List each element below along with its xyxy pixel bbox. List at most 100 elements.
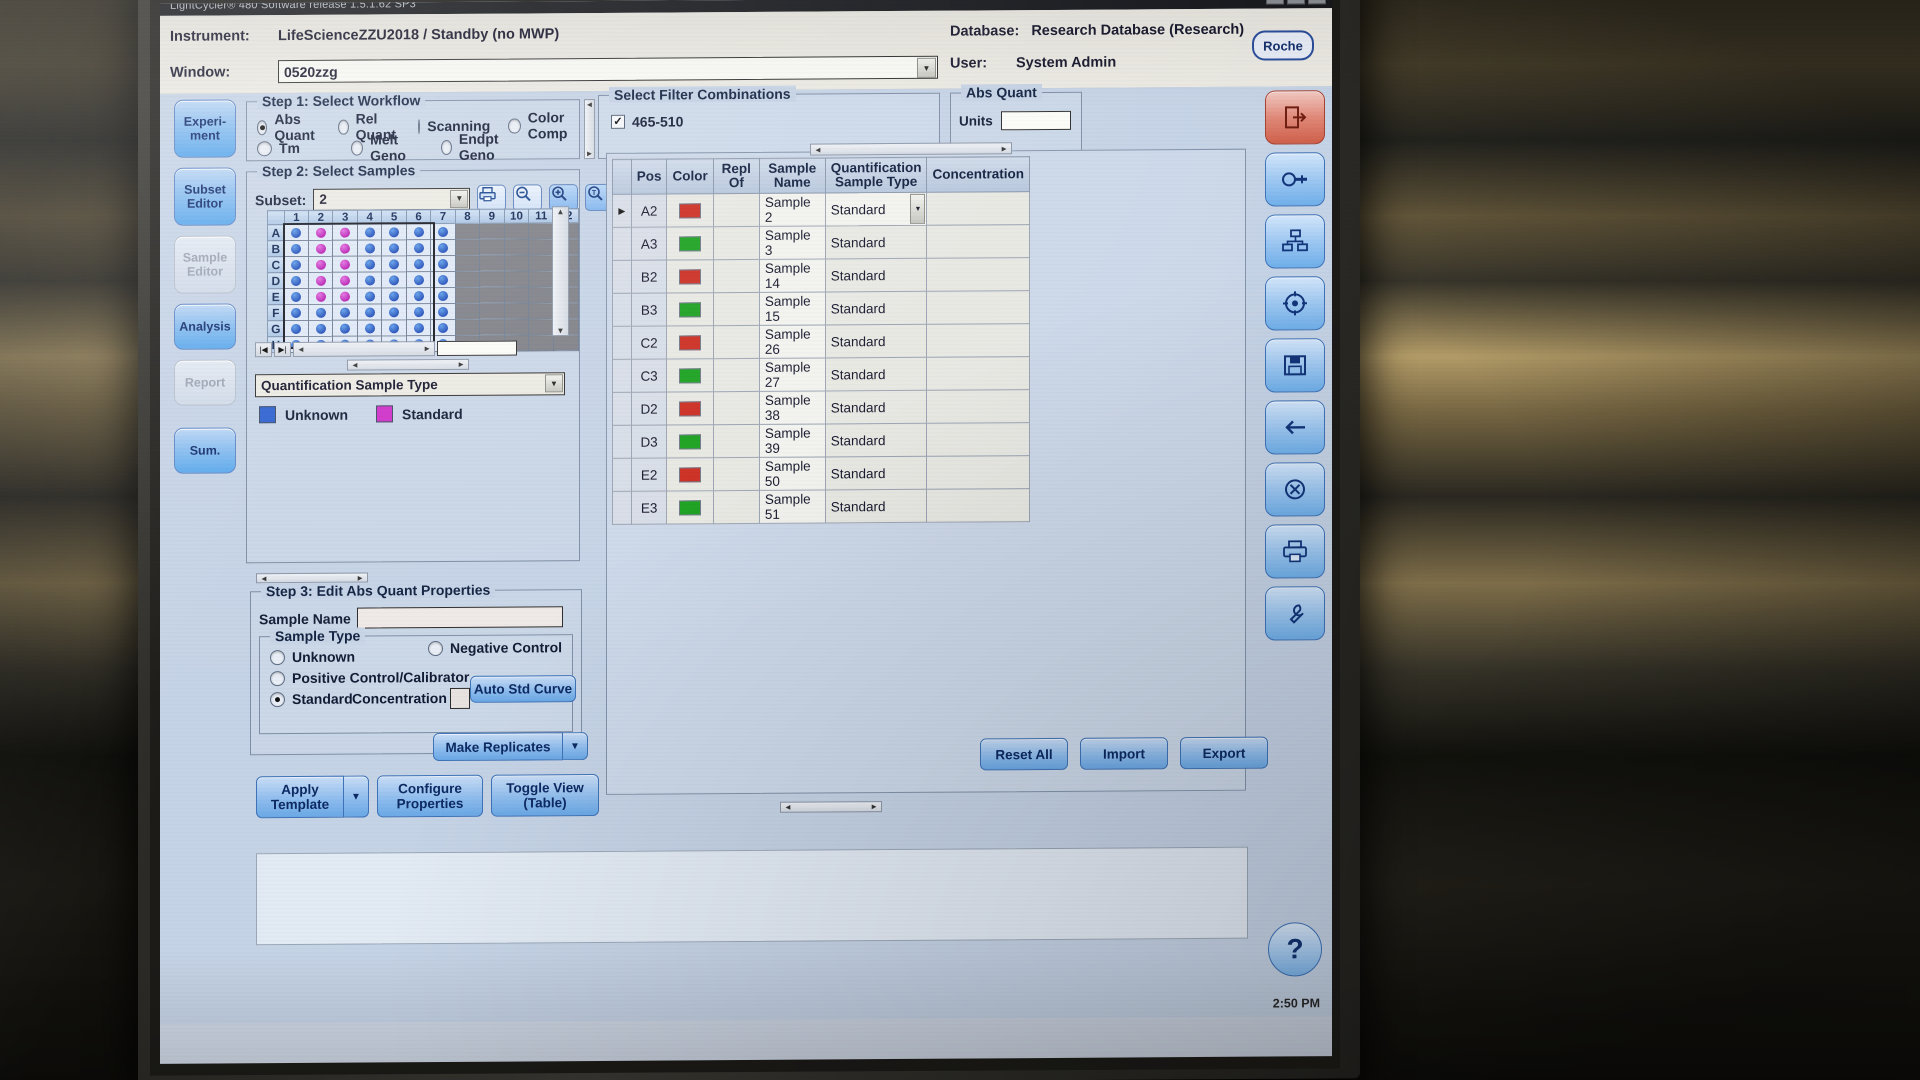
- toggle-view-button[interactable]: Toggle View (Table): [491, 773, 599, 817]
- plate-vertical-scrollbar[interactable]: ▲ ▼: [552, 206, 569, 337]
- table-row[interactable]: C2 Sample 26 Standard: [612, 323, 1030, 360]
- plate-well-B3[interactable]: [332, 240, 358, 257]
- plate-well-C1[interactable]: [284, 256, 309, 273]
- cell-sample-name[interactable]: Sample 27: [759, 357, 826, 392]
- plate-well-D10[interactable]: [504, 270, 529, 288]
- plate-col-11[interactable]: 11: [528, 208, 554, 223]
- plate-extra-field[interactable]: [437, 340, 517, 357]
- cell-repl-of[interactable]: [713, 358, 760, 392]
- plate-splitter-horizontal[interactable]: ◄ ►: [347, 358, 469, 371]
- cell-color[interactable]: [666, 391, 714, 426]
- plate-well-E7[interactable]: [430, 287, 456, 304]
- plate-well-G9[interactable]: [479, 319, 505, 336]
- plate-well-D4[interactable]: [357, 271, 382, 289]
- scroll-top-icon[interactable]: ▲: [557, 207, 565, 216]
- plate-well-E10[interactable]: [504, 286, 529, 304]
- cell-quant-sample-type[interactable]: Standard: [825, 357, 927, 391]
- chevron-right-icon[interactable]: ►: [997, 144, 1011, 153]
- plate-well-F10[interactable]: [504, 302, 529, 320]
- plate-well-H12[interactable]: [553, 334, 579, 351]
- cell-concentration[interactable]: [926, 488, 1030, 523]
- chevron-left-icon[interactable]: ◄: [348, 361, 362, 370]
- units-input[interactable]: [1000, 110, 1071, 131]
- plate-col-1[interactable]: 1: [284, 210, 309, 225]
- sidebar-item-sample-editor[interactable]: Sample Editor: [174, 235, 236, 294]
- plate-well-C6[interactable]: [406, 255, 431, 272]
- plate-well-A2[interactable]: [308, 224, 333, 241]
- plate-well-D11[interactable]: [528, 270, 554, 287]
- plate-well-C9[interactable]: [479, 255, 505, 272]
- plate-row-header-G[interactable]: G: [267, 320, 285, 337]
- plate-well-C3[interactable]: [332, 256, 358, 273]
- cell-sample-name[interactable]: Sample 15: [759, 291, 826, 326]
- cell-repl-of[interactable]: [713, 424, 760, 458]
- scroll-bottom-icon[interactable]: ▼: [557, 326, 565, 335]
- plate-well-E6[interactable]: [406, 287, 431, 304]
- cell-pos[interactable]: C2: [631, 326, 667, 360]
- cell-color[interactable]: [666, 424, 714, 459]
- plate-well-A6[interactable]: [406, 223, 431, 240]
- plate-well-D2[interactable]: [308, 272, 333, 289]
- cell-color[interactable]: [666, 325, 714, 360]
- table-top-splitter[interactable]: ◄ ►: [810, 142, 1012, 156]
- plate-col-7[interactable]: 7: [430, 209, 456, 224]
- maximize-button[interactable]: [1287, 0, 1305, 5]
- plate-well-G8[interactable]: [455, 319, 480, 336]
- radio-standard[interactable]: Standard: [270, 691, 353, 708]
- radio-unknown[interactable]: Unknown: [270, 649, 355, 666]
- plate-well-A10[interactable]: [504, 222, 529, 240]
- plate-row-header-C[interactable]: C: [267, 256, 285, 273]
- plate-row-header-F[interactable]: F: [267, 304, 285, 321]
- plate-row-header-B[interactable]: B: [267, 240, 285, 257]
- plate-well-C8[interactable]: [455, 255, 480, 272]
- plate-well-G10[interactable]: [504, 318, 529, 336]
- radio-melt-geno[interactable]: Melt Geno: [351, 131, 423, 163]
- plate-col-3[interactable]: 3: [332, 210, 358, 225]
- cell-repl-of[interactable]: [713, 457, 760, 491]
- plate-well-H11[interactable]: [528, 334, 554, 351]
- cell-pos[interactable]: E3: [631, 491, 667, 525]
- run-experiment-icon[interactable]: [1265, 276, 1325, 331]
- plate-col-6[interactable]: 6: [406, 209, 431, 224]
- cell-concentration[interactable]: [926, 389, 1030, 424]
- plate-row-header-A[interactable]: A: [267, 224, 285, 241]
- table-row[interactable]: ▶ A2 Sample 2 Standard ▼: [612, 191, 1030, 228]
- plate-well-B11[interactable]: [528, 238, 554, 255]
- reset-all-button[interactable]: Reset All: [980, 737, 1068, 771]
- plate-well-F11[interactable]: [528, 302, 554, 319]
- plate-well-D7[interactable]: [430, 271, 456, 288]
- cell-sample-name[interactable]: Sample 26: [759, 324, 826, 359]
- plate-well-E2[interactable]: [308, 288, 333, 305]
- chevron-right-icon[interactable]: ►: [420, 344, 434, 353]
- cell-color[interactable]: [666, 226, 714, 261]
- plate-well-E11[interactable]: [528, 286, 554, 303]
- cell-concentration[interactable]: [926, 422, 1030, 457]
- plate-well-F4[interactable]: [357, 303, 382, 321]
- plate-well-C5[interactable]: [381, 255, 407, 272]
- plate-well-C11[interactable]: [528, 254, 554, 271]
- radio-tm[interactable]: Tm: [257, 132, 333, 165]
- chevron-down-icon[interactable]: ►: [586, 149, 594, 158]
- login-logout-icon[interactable]: [1265, 90, 1325, 145]
- sidebar-item-subset-editor[interactable]: Subset Editor: [174, 167, 236, 226]
- cell-color[interactable]: [666, 292, 714, 327]
- cell-color[interactable]: [666, 193, 714, 228]
- cell-quant-sample-type[interactable]: Standard: [825, 258, 927, 292]
- plate-well-B2[interactable]: [308, 240, 333, 257]
- tools-icon[interactable]: [1265, 586, 1325, 641]
- configure-properties-button[interactable]: Configure Properties: [377, 774, 483, 818]
- plate-well-B7[interactable]: [430, 239, 456, 256]
- plate-well-F8[interactable]: [455, 303, 480, 320]
- chevron-down-icon[interactable]: ▼: [910, 193, 926, 224]
- cell-sample-name[interactable]: Sample 3: [759, 225, 826, 260]
- plate-col-5[interactable]: 5: [381, 209, 407, 224]
- plate-well-G2[interactable]: [308, 320, 333, 337]
- cell-quant-sample-type[interactable]: Standard: [825, 489, 927, 523]
- chevron-right-icon[interactable]: ►: [454, 360, 468, 369]
- plate-well-G4[interactable]: [357, 319, 382, 337]
- chevron-left-icon[interactable]: ◄: [257, 574, 271, 583]
- plate-well-G7[interactable]: [430, 319, 456, 336]
- make-replicates-button[interactable]: Make Replicates: [433, 732, 563, 762]
- plate-col-8[interactable]: 8: [455, 209, 480, 224]
- cell-repl-of[interactable]: [713, 193, 760, 227]
